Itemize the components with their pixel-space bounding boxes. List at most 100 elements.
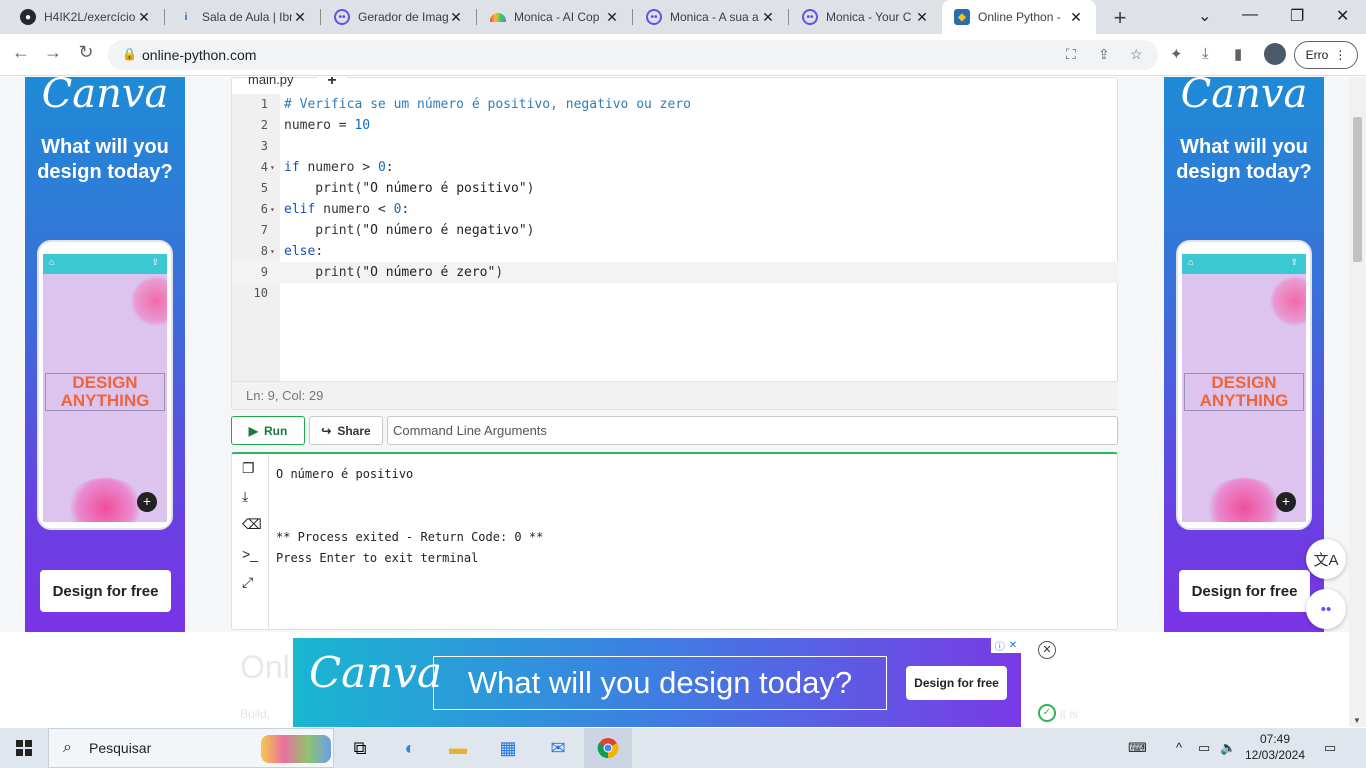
- banner-headline: What will you design today?: [433, 656, 887, 710]
- back-icon[interactable]: ←: [8, 42, 34, 63]
- page-scrollbar[interactable]: ▼: [1349, 77, 1366, 727]
- clock[interactable]: 07:49 12/03/2024: [1244, 731, 1306, 763]
- code-text[interactable]: numero = 10: [284, 115, 370, 136]
- tab-gerador-imagem[interactable]: •• Gerador de Imag ✕: [322, 0, 476, 34]
- translate-float-icon[interactable]: 文A: [1306, 539, 1346, 579]
- network-icon[interactable]: ▭: [1198, 740, 1210, 756]
- fold-arrow-icon[interactable]: ▾: [270, 157, 275, 178]
- tab-close-icon[interactable]: ✕: [136, 9, 152, 26]
- close-window-icon[interactable]: ✕: [1336, 6, 1349, 26]
- code-line[interactable]: 2 numero = 10: [232, 115, 1118, 136]
- bookmark-star-icon[interactable]: ☆: [1130, 46, 1143, 63]
- error-button[interactable]: Erro ⋮: [1294, 41, 1358, 69]
- adchoices-icon[interactable]: ⓘ ✕: [991, 638, 1021, 653]
- design-for-free-button[interactable]: Design for free: [40, 570, 171, 612]
- volume-icon[interactable]: 🔈: [1220, 740, 1236, 756]
- line-number: 3: [260, 139, 268, 153]
- add-file-button[interactable]: +: [318, 77, 346, 94]
- code-line[interactable]: 5 print("O número é positivo"): [232, 178, 1118, 199]
- share-page-icon[interactable]: ⇪: [1098, 46, 1110, 63]
- translate-icon[interactable]: ⛶: [1066, 46, 1076, 63]
- new-tab-button[interactable]: +: [1108, 5, 1132, 31]
- tab-close-icon[interactable]: ✕: [914, 9, 930, 26]
- taskbar-search[interactable]: ⌕ Pesquisar: [48, 728, 334, 768]
- code-line[interactable]: 8 ▾ else:: [232, 241, 1118, 262]
- left-side-ad[interactable]: Canva What will you design today? ⌂ ⇪ DES…: [25, 77, 185, 632]
- design-for-free-button[interactable]: Design for free: [1179, 570, 1310, 612]
- lock-icon[interactable]: 🔒: [122, 47, 137, 61]
- terminal-prompt-icon[interactable]: >_: [242, 546, 258, 562]
- tab-sala-de-aula[interactable]: i Sala de Aula | Ibm ✕: [166, 0, 320, 34]
- code-text[interactable]: print("O número é positivo"): [284, 178, 534, 199]
- code-text[interactable]: print("O número é negativo"): [284, 220, 534, 241]
- fold-arrow-icon[interactable]: ▾: [270, 241, 275, 262]
- banner-design-for-free-button[interactable]: Design for free: [906, 666, 1007, 700]
- download-output-icon[interactable]: ⤓: [242, 488, 248, 505]
- check-icon[interactable]: ✓: [1038, 704, 1056, 722]
- windows-start-icon[interactable]: [0, 728, 48, 768]
- side-panel-icon[interactable]: ▮: [1234, 45, 1242, 63]
- tab-close-icon[interactable]: ✕: [448, 9, 464, 26]
- code-text[interactable]: print("O número é zero"): [284, 262, 503, 283]
- code-line[interactable]: 3: [232, 136, 1118, 157]
- tab-close-icon[interactable]: ✕: [1068, 9, 1084, 26]
- store-icon[interactable]: ▦: [484, 728, 532, 768]
- tab-online-python[interactable]: ◆ Online Python - ✕: [942, 0, 1096, 34]
- download-icon[interactable]: ⤓: [1202, 45, 1209, 62]
- terminal-output[interactable]: ❐ ⤓ ⌫ >_ ⤢ O número é positivo ** Proces…: [231, 452, 1118, 630]
- phone-mockup: ⌂ ⇪ DESIGN ANYTHING +: [37, 240, 173, 530]
- copy-icon[interactable]: ❐: [242, 460, 255, 477]
- monica-float-icon[interactable]: ••: [1306, 589, 1346, 629]
- fold-arrow-icon[interactable]: ▾: [270, 199, 275, 220]
- right-side-ad[interactable]: Canva What will you design today? ⌂ ⇪ DES…: [1164, 77, 1324, 632]
- tab-close-icon[interactable]: ✕: [604, 9, 620, 26]
- restore-icon[interactable]: ❐: [1290, 6, 1304, 26]
- eraser-icon[interactable]: ⌫: [242, 516, 262, 533]
- forward-icon[interactable]: →: [40, 42, 66, 63]
- code-line[interactable]: 1 # Verifica se um número é positivo, neg…: [232, 94, 1118, 115]
- code-area[interactable]: 1 # Verifica se um número é positivo, neg…: [232, 94, 1118, 304]
- chrome-icon[interactable]: [584, 728, 632, 768]
- avatar[interactable]: [1264, 43, 1286, 65]
- code-line[interactable]: 4 ▾ if numero > 0:: [232, 157, 1118, 178]
- keyboard-icon[interactable]: ⌨: [1128, 740, 1147, 756]
- command-line-args-input[interactable]: Command Line Arguments: [387, 416, 1118, 445]
- close-ad-icon[interactable]: ✕: [1038, 641, 1056, 659]
- minimize-icon[interactable]: —: [1242, 6, 1258, 24]
- edge-icon[interactable]: ◐: [386, 728, 434, 768]
- code-text[interactable]: else:: [284, 241, 323, 262]
- share-button[interactable]: ↪ Share: [309, 416, 383, 445]
- chevron-up-icon[interactable]: ^: [1176, 740, 1182, 755]
- address-bar[interactable]: 🔒 online-python.com ⛶ ⇪ ☆: [108, 40, 1158, 70]
- extensions-icon[interactable]: ✦: [1170, 45, 1183, 63]
- tab-monica-your[interactable]: •• Monica - Your C ✕: [790, 0, 942, 34]
- tab-monica-copilot[interactable]: Monica - AI Cop ✕: [478, 0, 632, 34]
- notification-icon[interactable]: ▭: [1324, 740, 1336, 756]
- code-line[interactable]: 7 print("O número é negativo"): [232, 220, 1118, 241]
- code-line[interactable]: 10: [232, 283, 1118, 304]
- tab-monica-sua[interactable]: •• Monica - A sua a ✕: [634, 0, 788, 34]
- info-icon: i: [184, 11, 188, 23]
- code-text[interactable]: elif numero < 0:: [284, 199, 409, 220]
- code-text[interactable]: # Verifica se um número é positivo, nega…: [284, 94, 691, 115]
- code-text[interactable]: if numero > 0:: [284, 157, 394, 178]
- task-view-icon[interactable]: ⧉: [336, 728, 384, 768]
- bottom-banner-ad[interactable]: Canva What will you design today? Design…: [293, 638, 1021, 727]
- scroll-down-icon[interactable]: ▼: [1353, 716, 1361, 725]
- code-line[interactable]: 6 ▾ elif numero < 0:: [232, 199, 1118, 220]
- code-line[interactable]: 9 print("O número é zero"): [232, 262, 1118, 283]
- reload-icon[interactable]: ↻: [73, 42, 99, 63]
- code-editor[interactable]: main.py + 1 # Verifica se um número é pos…: [231, 77, 1118, 410]
- expand-icon[interactable]: ⤢: [242, 574, 253, 591]
- file-explorer-icon[interactable]: ▬: [434, 728, 482, 768]
- tab-github[interactable]: ● H4IK2L/exercício ✕: [8, 0, 164, 34]
- play-icon: ▶: [248, 423, 258, 438]
- mail-icon[interactable]: ✉: [534, 728, 582, 768]
- run-button[interactable]: ▶ Run: [231, 416, 305, 445]
- tab-search-icon[interactable]: ⌄: [1198, 6, 1211, 26]
- tab-close-icon[interactable]: ✕: [292, 9, 308, 26]
- scrollbar-thumb[interactable]: [1353, 117, 1362, 262]
- file-tab-main[interactable]: main.py: [242, 77, 300, 87]
- tab-close-icon[interactable]: ✕: [760, 9, 776, 26]
- url-text[interactable]: online-python.com: [142, 47, 256, 63]
